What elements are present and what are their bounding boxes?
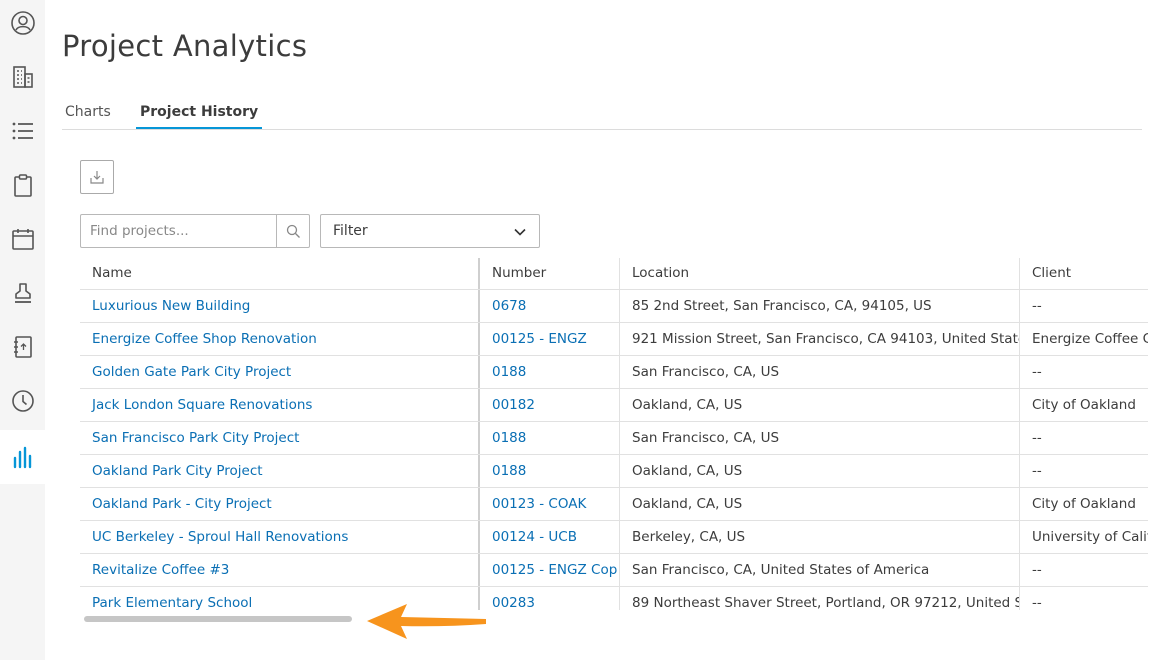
project-name-link[interactable]: Oakland Park - City Project bbox=[80, 488, 480, 520]
project-number-link[interactable]: 0188 bbox=[480, 422, 620, 454]
clock-icon bbox=[11, 390, 34, 412]
project-location: San Francisco, CA, US bbox=[620, 356, 1020, 388]
sidebar-item-analytics[interactable] bbox=[0, 430, 45, 484]
annotation-arrow-icon bbox=[367, 604, 486, 639]
calendar-icon bbox=[11, 229, 34, 250]
search-button[interactable] bbox=[278, 215, 309, 247]
project-client: -- bbox=[1032, 595, 1042, 610]
project-location: Oakland, CA, US bbox=[620, 389, 1020, 421]
column-header-location[interactable]: Location bbox=[620, 258, 1020, 289]
clipboard-icon bbox=[13, 174, 32, 197]
search-box bbox=[80, 214, 310, 248]
page-title: Project Analytics bbox=[62, 29, 308, 63]
project-number-link[interactable]: 00283 bbox=[480, 587, 620, 610]
table-row: Golden Gate Park City Project 0188 San F… bbox=[80, 356, 1148, 389]
building-icon bbox=[12, 66, 33, 88]
project-client: City of Oakland bbox=[1032, 397, 1136, 413]
project-location: Oakland, CA, US bbox=[620, 455, 1020, 487]
search-icon bbox=[286, 224, 300, 238]
table-row: UC Berkeley - Sproul Hall Renovations 00… bbox=[80, 521, 1148, 554]
tab-bar: Charts Project History bbox=[62, 96, 1142, 130]
project-location: Berkeley, CA, US bbox=[620, 521, 1020, 553]
filter-dropdown[interactable]: Filter bbox=[320, 214, 540, 248]
project-client: -- bbox=[1032, 298, 1042, 314]
export-button[interactable] bbox=[80, 160, 114, 194]
project-number-link[interactable]: 00125 - ENGZ bbox=[480, 323, 620, 355]
project-name-link[interactable]: Revitalize Coffee #3 bbox=[80, 554, 480, 586]
project-number-link[interactable]: 00124 - UCB bbox=[480, 521, 620, 553]
project-location: 85 2nd Street, San Francisco, CA, 94105,… bbox=[620, 290, 1020, 322]
sidebar bbox=[0, 0, 45, 660]
project-number-link[interactable]: 0188 bbox=[480, 455, 620, 487]
project-number-link[interactable]: 0188 bbox=[480, 356, 620, 388]
table-row: Luxurious New Building 0678 85 2nd Stree… bbox=[80, 290, 1148, 323]
tab-project-history[interactable]: Project History bbox=[136, 104, 263, 129]
project-location: 921 Mission Street, San Francisco, CA 94… bbox=[620, 323, 1020, 355]
analytics-icon bbox=[13, 446, 31, 469]
chevron-down-icon bbox=[514, 228, 526, 236]
sidebar-item-approvals[interactable] bbox=[0, 266, 45, 320]
download-icon bbox=[90, 171, 104, 184]
horizontal-scrollbar[interactable] bbox=[84, 616, 352, 622]
sidebar-item-forms[interactable] bbox=[0, 158, 45, 212]
project-number-link[interactable]: 00123 - COAK bbox=[480, 488, 620, 520]
project-name-link[interactable]: San Francisco Park City Project bbox=[80, 422, 480, 454]
projects-table: Name Number Location Client Luxurious Ne… bbox=[80, 258, 1148, 610]
project-number-link[interactable]: 00182 bbox=[480, 389, 620, 421]
list-icon bbox=[12, 122, 33, 140]
project-client: -- bbox=[1032, 562, 1042, 578]
project-client: -- bbox=[1032, 364, 1042, 380]
project-location: San Francisco, CA, US bbox=[620, 422, 1020, 454]
contacts-book-icon bbox=[13, 336, 32, 358]
sidebar-item-list[interactable] bbox=[0, 104, 45, 158]
project-name-link[interactable]: Energize Coffee Shop Renovation bbox=[80, 323, 480, 355]
sidebar-item-calendar[interactable] bbox=[0, 212, 45, 266]
project-number-link[interactable]: 00125 - ENGZ Cop bbox=[480, 554, 620, 586]
project-name-link[interactable]: Jack London Square Renovations bbox=[80, 389, 480, 421]
table-row: Energize Coffee Shop Renovation 00125 - … bbox=[80, 323, 1148, 356]
project-name-link[interactable]: Golden Gate Park City Project bbox=[80, 356, 480, 388]
project-name-link[interactable]: Oakland Park City Project bbox=[80, 455, 480, 487]
project-client: University of Calif bbox=[1032, 529, 1148, 545]
project-client: -- bbox=[1032, 463, 1042, 479]
table-row: San Francisco Park City Project 0188 San… bbox=[80, 422, 1148, 455]
table-row: Revitalize Coffee #3 00125 - ENGZ Cop Sa… bbox=[80, 554, 1148, 587]
project-client: City of Oakland bbox=[1032, 496, 1136, 512]
project-name-link[interactable]: Luxurious New Building bbox=[80, 290, 480, 322]
project-client: Energize Coffee Co bbox=[1032, 331, 1148, 347]
sidebar-item-companies[interactable] bbox=[0, 50, 45, 104]
project-location: Oakland, CA, US bbox=[620, 488, 1020, 520]
column-header-name[interactable]: Name bbox=[80, 258, 480, 289]
stamp-icon bbox=[14, 283, 31, 303]
sidebar-item-profile[interactable] bbox=[0, 0, 45, 50]
project-location: San Francisco, CA, United States of Amer… bbox=[620, 554, 1020, 586]
project-client: -- bbox=[1032, 430, 1042, 446]
table-row: Park Elementary School 00283 89 Northeas… bbox=[80, 587, 1148, 610]
search-input[interactable] bbox=[81, 215, 277, 247]
project-number-link[interactable]: 0678 bbox=[480, 290, 620, 322]
sidebar-item-history[interactable] bbox=[0, 374, 45, 428]
table-row: Oakland Park City Project 0188 Oakland, … bbox=[80, 455, 1148, 488]
tab-charts[interactable]: Charts bbox=[65, 104, 111, 129]
table-row: Jack London Square Renovations 00182 Oak… bbox=[80, 389, 1148, 422]
filter-label: Filter bbox=[333, 223, 368, 239]
project-location: 89 Northeast Shaver Street, Portland, OR… bbox=[620, 587, 1020, 610]
column-header-client[interactable]: Client bbox=[1020, 258, 1148, 289]
project-name-link[interactable]: UC Berkeley - Sproul Hall Renovations bbox=[80, 521, 480, 553]
table-row: Oakland Park - City Project 00123 - COAK… bbox=[80, 488, 1148, 521]
column-header-number[interactable]: Number bbox=[480, 258, 620, 289]
user-circle-icon bbox=[10, 11, 35, 35]
sidebar-item-contacts[interactable] bbox=[0, 320, 45, 374]
table-header: Name Number Location Client bbox=[80, 258, 1148, 290]
